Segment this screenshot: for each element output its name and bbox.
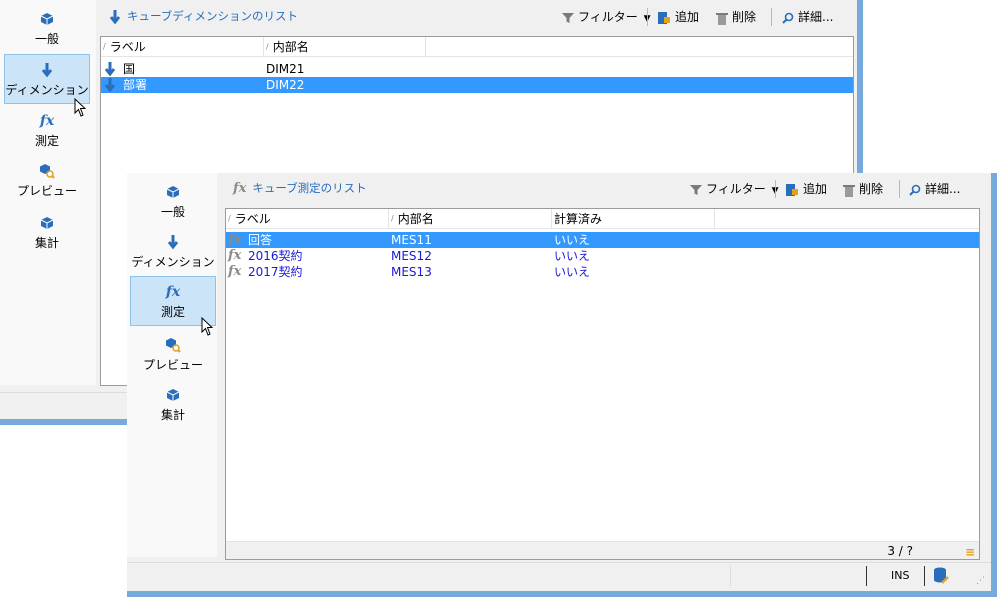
table-row[interactable]: fx 2016契約 MES12 いいえ <box>226 248 979 264</box>
sidebar-item-label: プレビュー <box>142 358 203 372</box>
table-row[interactable]: fx 2017契約 MES13 いいえ <box>226 264 979 280</box>
trash-icon <box>843 184 855 197</box>
row-name: DIM21 <box>266 62 305 76</box>
sidebar-item-dimension[interactable]: ディメンション <box>4 54 90 104</box>
column-header-label[interactable]: / ラベル <box>226 209 389 229</box>
row-label: 回答 <box>248 233 273 247</box>
sidebar: 一般 ディメンション fx 測定 プレビュー 集計 <box>0 0 96 385</box>
row-label: 部署 <box>123 78 148 92</box>
panel-title: キューブディメンションのリスト <box>109 8 298 25</box>
grid-header: / ラベル / 内部名 <box>101 37 853 57</box>
fx-icon: fx <box>228 232 242 247</box>
search-icon <box>782 12 794 24</box>
add-icon <box>786 183 798 196</box>
sidebar-item-aggregate[interactable]: 集計 <box>130 380 216 430</box>
database-icon[interactable] <box>933 567 949 588</box>
row-label: 2017契約 <box>248 265 303 279</box>
sidebar-item-label: ディメンション <box>5 83 89 97</box>
sidebar-item-preview[interactable]: プレビュー <box>130 330 216 380</box>
row-computed: いいえ <box>554 233 591 247</box>
preview-icon <box>4 161 90 181</box>
sidebar-item-label: 集計 <box>160 408 185 422</box>
table-row[interactable]: 国 DIM21 <box>101 61 853 77</box>
row-name: DIM22 <box>266 78 305 92</box>
details-button[interactable]: 詳細... <box>782 8 833 25</box>
row-label: 2016契約 <box>248 249 303 263</box>
toolbar: キューブディメンションのリスト フィルター ▼ 追加 削除 詳細... <box>100 4 854 28</box>
row-label: 国 <box>123 62 136 76</box>
add-icon <box>658 11 670 24</box>
fx-icon: fx <box>228 248 242 263</box>
mouse-cursor-icon <box>201 317 214 336</box>
fx-icon: fx <box>233 181 247 196</box>
sidebar-item-label: ディメンション <box>131 255 215 269</box>
down-arrow-icon <box>130 232 216 252</box>
preview-icon <box>130 335 216 355</box>
row-name: MES11 <box>391 233 432 247</box>
pager-count: 3 / ? <box>887 544 913 558</box>
column-header-label[interactable]: / ラベル <box>101 37 264 57</box>
sidebar-item-label: 集計 <box>34 236 59 250</box>
filter-icon <box>690 184 702 195</box>
details-button[interactable]: 詳細... <box>909 180 960 197</box>
search-icon <box>909 184 921 196</box>
toolbar: fxキューブ測定のリスト フィルター ▼ 追加 削除 詳細... <box>225 176 980 200</box>
cube-icon <box>130 182 216 202</box>
sidebar-item-label: 一般 <box>160 205 185 219</box>
down-arrow-icon <box>104 61 116 77</box>
column-header-name[interactable]: / 内部名 <box>389 209 552 229</box>
cube-icon <box>4 213 90 233</box>
mouse-cursor-icon <box>74 98 87 117</box>
add-button[interactable]: 追加 <box>785 180 827 197</box>
table-row[interactable]: 部署 DIM22 <box>101 77 853 93</box>
measure-grid: / ラベル / 内部名 計算済み fx 回答 MES11 いいえ fx 2016契約… <box>225 208 980 560</box>
delete-button[interactable]: 削除 <box>843 180 883 197</box>
grid-header: / ラベル / 内部名 計算済み <box>226 209 979 229</box>
row-name: MES12 <box>391 249 432 263</box>
cube-icon <box>130 385 216 405</box>
sidebar-item-general[interactable]: 一般 <box>130 177 216 227</box>
delete-button[interactable]: 削除 <box>716 8 756 25</box>
sidebar-item-dimension[interactable]: ディメンション <box>130 227 216 277</box>
panel-title: fx キューブ測定のリスト <box>233 181 367 196</box>
add-button[interactable]: 追加 <box>657 8 699 25</box>
down-arrow-icon <box>5 60 89 80</box>
cube-icon <box>4 9 90 29</box>
fx-icon: fx <box>165 284 181 300</box>
row-computed: いいえ <box>554 249 591 263</box>
sidebar-item-preview[interactable]: プレビュー <box>4 156 90 206</box>
sidebar-item-label: 一般 <box>34 32 59 46</box>
trash-icon <box>716 12 728 25</box>
column-header-computed[interactable]: 計算済み <box>552 209 715 229</box>
filter-button[interactable]: フィルター ▼ <box>562 8 651 25</box>
sidebar-item-general[interactable]: 一般 <box>4 4 90 54</box>
sidebar-item-label: 測定 <box>34 134 59 148</box>
fx-icon: fx <box>228 264 242 279</box>
status-bar: INS ⋰ <box>127 562 991 588</box>
table-row[interactable]: fx 回答 MES11 いいえ <box>226 232 979 248</box>
row-name: MES13 <box>391 265 432 279</box>
row-computed: いいえ <box>554 265 591 279</box>
down-arrow-icon <box>109 9 121 24</box>
menu-icon[interactable]: ≡ <box>965 545 975 559</box>
resize-grip-icon[interactable]: ⋰ <box>976 576 985 586</box>
sidebar-item-aggregate[interactable]: 集計 <box>4 208 90 258</box>
insert-mode-indicator: INS <box>891 569 910 582</box>
down-arrow-icon <box>104 77 116 93</box>
sidebar: 一般 ディメンション fx 測定 プレビュー 集計 <box>127 173 217 557</box>
column-header-name[interactable]: / 内部名 <box>264 37 426 57</box>
filter-button[interactable]: フィルター ▼ <box>690 180 779 197</box>
grid-footer: 3 / ? ≡ <box>226 541 979 559</box>
measure-window: 一般 ディメンション fx 測定 プレビュー 集計 fx キューブ測定のリスト フ… <box>127 173 997 597</box>
filter-icon <box>562 12 574 23</box>
sidebar-item-label: プレビュー <box>16 184 77 198</box>
